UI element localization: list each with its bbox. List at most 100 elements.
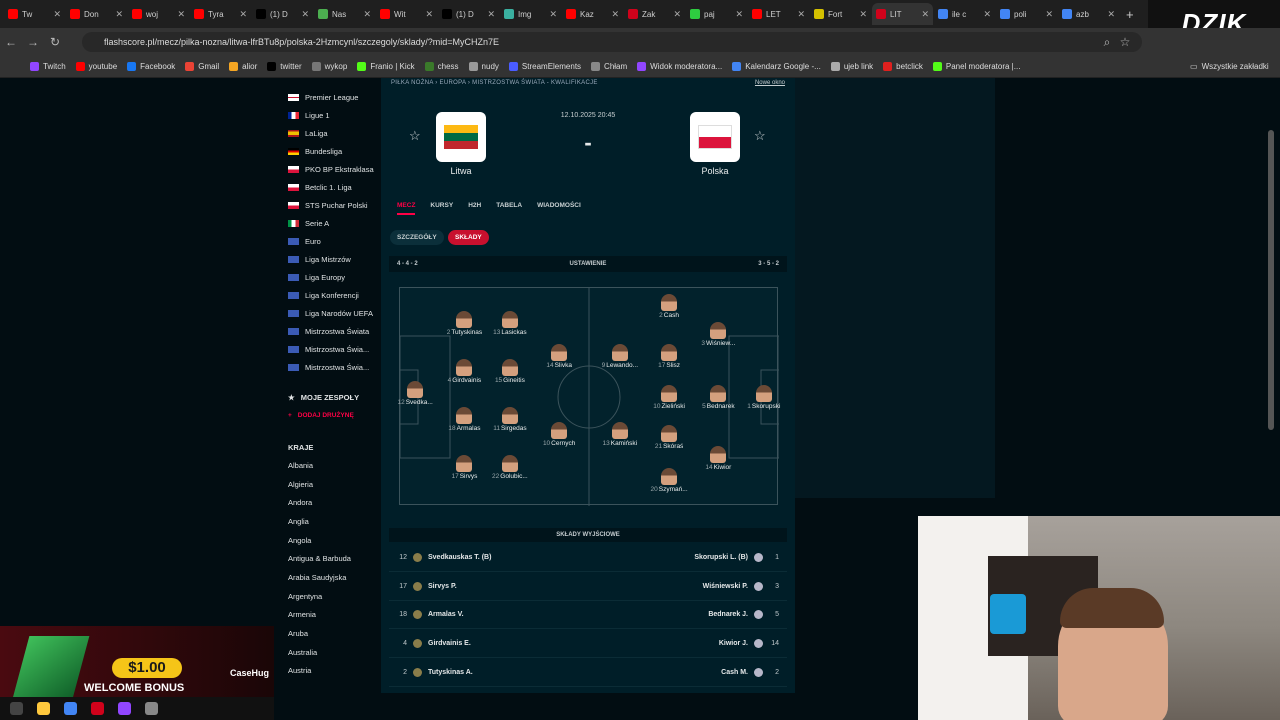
close-icon[interactable]: ✕ — [177, 9, 185, 20]
settings-icon[interactable] — [145, 702, 158, 715]
close-icon[interactable]: ✕ — [1045, 9, 1053, 20]
sidebar-league-item[interactable]: Bundesliga — [280, 142, 380, 160]
pitch-player[interactable]: 3Wiśniew... — [688, 322, 748, 347]
close-icon[interactable]: ✕ — [549, 9, 557, 20]
country-item[interactable]: Arabia Saudyjska — [280, 568, 380, 587]
tab-tabela[interactable]: TABELA — [496, 202, 522, 215]
close-icon[interactable]: ✕ — [363, 9, 371, 20]
sidebar-league-item[interactable]: Premier League — [280, 88, 380, 106]
browser-tab[interactable]: azb ✕ — [1058, 3, 1119, 25]
sidebar-league-item[interactable]: Serie A — [280, 214, 380, 232]
browser-tab[interactable]: Nas ✕ — [314, 3, 375, 25]
bookmark-item[interactable]: Twitch — [30, 62, 66, 71]
away-player-name[interactable]: Bednarek J. — [708, 611, 748, 618]
pitch-player[interactable]: 13Lasickas — [480, 311, 540, 336]
home-favorite-star-icon[interactable]: ☆ — [409, 128, 421, 144]
bookmark-item[interactable]: nudy — [468, 62, 499, 71]
page-scrollbar[interactable] — [1268, 130, 1274, 430]
home-player-name[interactable]: Sirvys P. — [428, 583, 457, 590]
pitch-player[interactable]: 20Szymań... — [639, 468, 699, 493]
close-icon[interactable]: ✕ — [735, 9, 743, 20]
bookmark-item[interactable]: Facebook — [127, 62, 175, 71]
pitch-player[interactable]: 10Cernych — [529, 422, 589, 447]
home-player-name[interactable]: Svedkauskas T. (B) — [428, 554, 491, 561]
pitch-player[interactable]: 22Golubic... — [480, 455, 540, 480]
close-icon[interactable]: ✕ — [983, 9, 991, 20]
tab-details[interactable]: SZCZEGÓŁY — [390, 230, 444, 245]
breadcrumb[interactable]: PIŁKA NOŻNA › EUROPA › MISTRZOSTWA ŚWIAT… — [391, 80, 598, 86]
my-teams-header[interactable]: ★ MOJE ZESPOŁY — [280, 388, 380, 406]
chrome-icon[interactable] — [64, 702, 77, 715]
file-explorer-icon[interactable] — [37, 702, 50, 715]
tab-wiadomości[interactable]: WIADOMOŚCI — [537, 202, 581, 215]
url-bar[interactable]: flashscore.pl/mecz/pilka-nozna/litwa-lfr… — [82, 32, 1142, 52]
country-item[interactable]: Armenia — [280, 606, 380, 625]
bookmark-item[interactable]: Panel moderatora |... — [932, 62, 1020, 71]
away-favorite-star-icon[interactable]: ☆ — [754, 128, 766, 144]
pitch-player[interactable]: 14Slivka — [529, 343, 589, 369]
bookmark-item[interactable]: betclick — [883, 62, 923, 71]
close-icon[interactable]: ✕ — [797, 9, 805, 20]
country-item[interactable]: Aruba — [280, 624, 380, 643]
bookmark-item[interactable]: Chłam — [591, 62, 627, 71]
sidebar-league-item[interactable]: Mistrzostwa Świa... — [280, 340, 380, 358]
browser-tab[interactable]: Wit ✕ — [376, 3, 437, 25]
country-item[interactable]: Albania — [280, 456, 380, 475]
tab-h2h[interactable]: H2H — [468, 202, 481, 215]
browser-tab[interactable]: (1) D ✕ — [252, 3, 313, 25]
close-icon[interactable]: ✕ — [301, 9, 309, 20]
close-icon[interactable]: ✕ — [239, 9, 247, 20]
close-icon[interactable]: ✕ — [859, 9, 867, 20]
bookmark-item[interactable]: Gmail — [185, 62, 219, 71]
tab-lineups[interactable]: SKŁADY — [448, 230, 489, 245]
away-player-name[interactable]: Skorupski L. (B) — [694, 554, 748, 561]
sidebar-league-item[interactable]: Mistrzostwa Świata — [280, 322, 380, 340]
country-item[interactable]: Angola — [280, 531, 380, 550]
pitch-player[interactable]: 12Svedka... — [385, 381, 445, 406]
pitch-player[interactable]: 1Skorupski — [734, 385, 794, 410]
browser-tab[interactable]: (1) D ✕ — [438, 3, 499, 25]
home-player-name[interactable]: Armalas V. — [428, 611, 464, 618]
browser-tab[interactable]: Tyra ✕ — [190, 3, 251, 25]
browser-tab[interactable]: paj ✕ — [686, 3, 747, 25]
country-item[interactable]: Algieria — [280, 475, 380, 494]
away-team-name[interactable]: Polska — [675, 166, 755, 176]
country-item[interactable]: Anglia — [280, 512, 380, 531]
sidebar-league-item[interactable]: Ligue 1 — [280, 106, 380, 124]
away-player-name[interactable]: Cash M. — [721, 669, 748, 676]
browser-tab[interactable]: Img ✕ — [500, 3, 561, 25]
country-item[interactable]: Antigua & Barbuda — [280, 549, 380, 568]
close-icon[interactable]: ✕ — [673, 9, 681, 20]
sidebar-league-item[interactable]: STS Puchar Polski — [280, 196, 380, 214]
browser-tab[interactable]: Zak ✕ — [624, 3, 685, 25]
bookmark-item[interactable]: wykop — [311, 62, 347, 71]
sidebar-league-item[interactable]: Mistrzostwa Świa... — [280, 358, 380, 376]
close-icon[interactable]: ✕ — [921, 9, 929, 20]
app-icon[interactable] — [91, 702, 104, 715]
sidebar-league-item[interactable]: LaLiga — [280, 124, 380, 142]
browser-tab[interactable]: poli ✕ — [996, 3, 1057, 25]
home-player-name[interactable]: Girdvainis E. — [428, 640, 471, 647]
bookmark-item[interactable]: twitter — [267, 62, 302, 71]
away-team-logo[interactable] — [690, 112, 740, 162]
new-tab-button[interactable]: + — [1126, 7, 1134, 22]
app-icon-2[interactable] — [118, 702, 131, 715]
close-icon[interactable]: ✕ — [1107, 9, 1115, 20]
away-player-name[interactable]: Kiwior J. — [719, 640, 748, 647]
close-icon[interactable]: ✕ — [487, 9, 495, 20]
browser-tab[interactable]: ile c ✕ — [934, 3, 995, 25]
sidebar-league-item[interactable]: Liga Mistrzów — [280, 250, 380, 268]
close-icon[interactable]: ✕ — [115, 9, 123, 20]
bookmark-item[interactable]: chess — [424, 62, 459, 71]
bookmark-item[interactable]: Franio | Kick — [357, 62, 415, 71]
sidebar-league-item[interactable]: PKO BP Ekstraklasa — [280, 160, 380, 178]
country-item[interactable]: Andora — [280, 493, 380, 512]
browser-tab[interactable]: Kaz ✕ — [562, 3, 623, 25]
bookmark-item[interactable]: Widok moderatora... — [637, 62, 722, 71]
browser-tab[interactable]: Don ✕ — [66, 3, 127, 25]
country-item[interactable]: Argentyna — [280, 587, 380, 606]
all-bookmarks[interactable]: ▭ Wszystkie zakładki — [1190, 62, 1269, 71]
browser-tab[interactable]: Fort ✕ — [810, 3, 871, 25]
bookmark-item[interactable]: youtube — [75, 62, 117, 71]
away-player-name[interactable]: Wiśniewski P. — [703, 583, 748, 590]
